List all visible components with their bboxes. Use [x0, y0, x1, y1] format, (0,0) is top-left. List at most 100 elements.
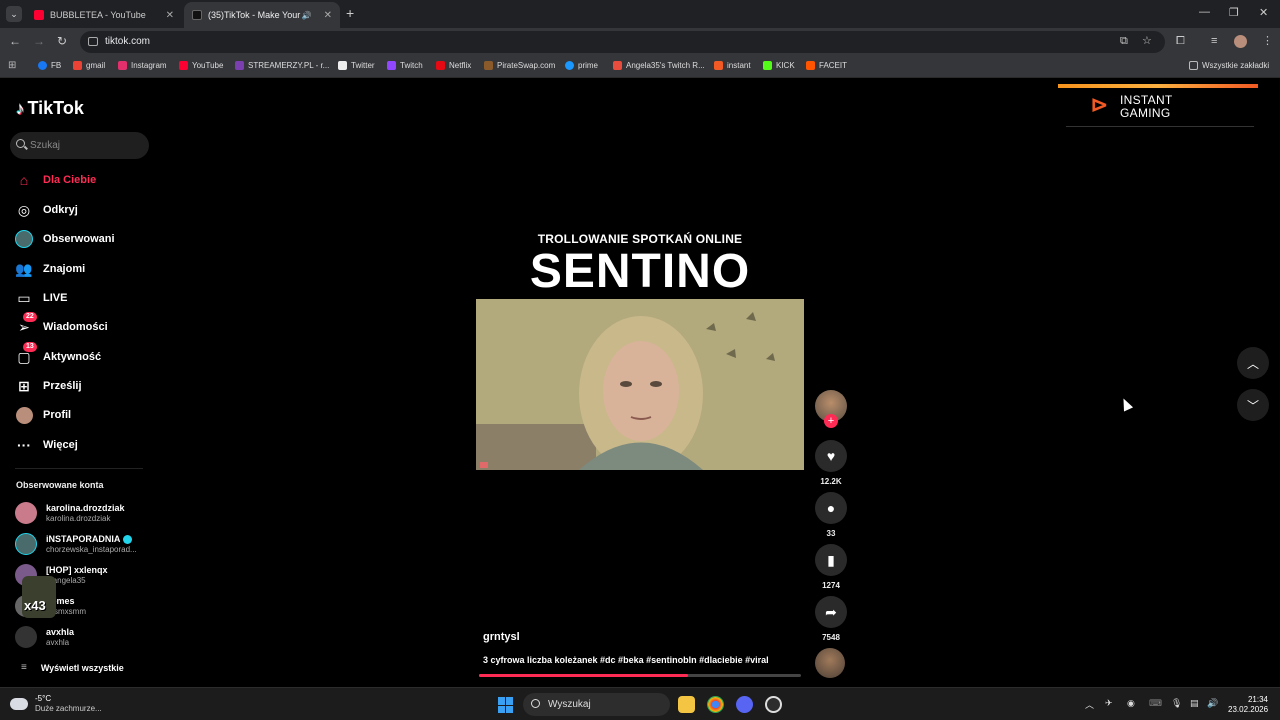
search-input[interactable]	[30, 137, 140, 153]
file-explorer-icon[interactable]	[678, 696, 695, 713]
restore-button[interactable]: ❐	[1229, 6, 1239, 19]
nav-label: Odkryj	[43, 204, 78, 216]
video-author[interactable]: grntysl	[483, 631, 520, 643]
menu-kebab-icon[interactable]: ⋮	[1262, 35, 1273, 47]
close-window-button[interactable]: ✕	[1259, 6, 1268, 19]
bookmark-prime[interactable]: prime	[565, 61, 598, 70]
bookmark-streamerzy[interactable]: STREAMERZY.PL - r...	[235, 61, 329, 70]
tab-search-button[interactable]: ⌄	[6, 6, 22, 22]
save-button[interactable]: ▮ 1274	[815, 544, 847, 590]
nav-activity[interactable]: ▢ 13 Aktywność	[15, 342, 101, 368]
account-name: iNSTAPORADNIA	[46, 533, 121, 544]
nav-profile[interactable]: Profil	[15, 404, 71, 426]
bookmark-twitch[interactable]: Twitch	[387, 61, 423, 70]
bookmark-faceit[interactable]: FACEIT	[806, 61, 847, 70]
bookmark-youtube[interactable]: YouTube	[179, 61, 223, 70]
media-controls-icon[interactable]: ≡	[1211, 35, 1217, 47]
nav-messages[interactable]: ➢ 22 Wiadomości	[15, 312, 108, 338]
instant-gaming-ad[interactable]: ⊳ INSTANT GAMING	[1058, 78, 1258, 130]
nav-following[interactable]: Obserwowani	[15, 228, 115, 250]
bookmark-label: KICK	[776, 61, 795, 70]
bookmark-label: PirateSwap.com	[497, 61, 556, 70]
weather-widget[interactable]: -5°C Duże zachmurze...	[10, 694, 102, 714]
comment-button[interactable]: ● 33	[815, 492, 847, 538]
windows-start-icon[interactable]	[498, 697, 514, 713]
tray-discord-icon[interactable]: ◉	[1127, 698, 1135, 709]
new-tab-button[interactable]: +	[346, 6, 354, 20]
search-box[interactable]	[10, 132, 149, 159]
nav-explore[interactable]: ◎ Odkryj	[15, 199, 78, 221]
tray-overflow-chevron-icon[interactable]: ︿	[1085, 698, 1094, 711]
install-app-icon[interactable]: ⧉	[1120, 35, 1128, 47]
nav-label: LIVE	[43, 292, 68, 304]
followed-account[interactable]: iNSTAPORADNIA chorzewska_instaporad...	[15, 533, 137, 555]
like-count: 12.2K	[820, 477, 842, 486]
all-bookmarks-folder[interactable]: Wszystkie zakładki	[1189, 61, 1269, 70]
bookmark-twitter[interactable]: Twitter	[338, 61, 375, 70]
clock-time: 21:34	[1247, 695, 1268, 704]
taskbar-search[interactable]: Wyszukaj	[523, 693, 670, 716]
previous-video-button[interactable]: ︿	[1237, 347, 1269, 379]
bookmark-star-icon[interactable]: ☆	[1142, 35, 1152, 47]
system-clock[interactable]: 21:34 23.02.2026	[1228, 695, 1268, 715]
friends-icon: 👥	[15, 260, 33, 277]
profile-avatar-icon[interactable]	[1234, 35, 1247, 48]
network-icon[interactable]: ▤	[1190, 698, 1199, 709]
account-handle: chorzewska_instaporad...	[46, 544, 137, 554]
video-description[interactable]: 3 cyfrowa liczba koleżanek #dc #beka #se…	[483, 655, 769, 665]
nav-more[interactable]: ··· Więcej	[15, 434, 78, 456]
bookmark-instagram[interactable]: Instagram	[118, 61, 167, 70]
compass-icon: ◎	[17, 201, 31, 218]
nav-for-you[interactable]: ⌂ Dla Ciebie	[15, 169, 96, 191]
bookmark-gmail[interactable]: gmail	[73, 61, 105, 70]
apps-grid-icon[interactable]: ⊞	[8, 60, 16, 71]
tab-youtube[interactable]: BUBBLETEA - YouTube ✕	[26, 2, 182, 28]
forward-button[interactable]: →	[33, 35, 45, 47]
speaker-icon[interactable]: 🔊	[302, 11, 312, 20]
close-tab-icon[interactable]: ✕	[324, 10, 332, 21]
back-button[interactable]: ←	[9, 35, 21, 47]
bookmark-pirateswap[interactable]: PirateSwap.com	[484, 61, 555, 70]
address-bar[interactable]: tiktok.com	[80, 31, 1165, 53]
extensions-icon[interactable]: ⧠	[1176, 35, 1185, 47]
bookmark-fb[interactable]: FB	[38, 61, 61, 70]
tab-tiktok[interactable]: (35)TikTok - Make Your Day 🔊 ✕	[184, 2, 340, 28]
nav-live[interactable]: ▭ LIVE	[15, 287, 67, 309]
video-frame	[476, 299, 804, 470]
minimize-button[interactable]: —	[1199, 6, 1210, 18]
volume-icon[interactable]: 🔊	[1207, 698, 1218, 709]
messages-icon: ➢ 22	[15, 312, 37, 336]
account-name: avxhla	[46, 626, 75, 637]
bookmark-netflix[interactable]: Netflix	[436, 61, 471, 70]
microphone-icon[interactable]: 🎙	[1171, 698, 1182, 709]
chrome-icon[interactable]	[707, 696, 724, 713]
site-info-icon[interactable]	[88, 37, 98, 46]
share-button[interactable]: ➦ 7548	[815, 596, 847, 642]
followed-account[interactable]: karolina.drozdziak karolina.drozdziak	[15, 502, 125, 524]
url-text[interactable]: tiktok.com	[105, 36, 150, 47]
followed-account[interactable]: avxhla avxhla	[15, 626, 74, 648]
steam-icon[interactable]	[765, 696, 782, 713]
tray-keyboard-icon[interactable]: ⌨	[1149, 698, 1162, 709]
bookmark-label: FACEIT	[819, 61, 848, 70]
bookmark-kick[interactable]: KICK	[763, 61, 795, 70]
bookmark-angela35[interactable]: Angela35's Twitch R...	[613, 61, 705, 70]
show-all-following[interactable]: ≡ Wyświetl wszystkie	[21, 662, 124, 673]
close-tab-icon[interactable]: ✕	[166, 10, 174, 21]
nav-friends[interactable]: 👥 Znajomi	[15, 258, 85, 280]
bookmark-instant[interactable]: instant	[714, 61, 751, 70]
facebook-icon	[38, 61, 47, 70]
follow-plus-icon[interactable]: +	[824, 414, 838, 428]
cloud-icon	[10, 698, 28, 710]
video-progress-bar[interactable]	[479, 674, 801, 677]
tiktok-logo[interactable]: ♪ TikTok	[16, 98, 84, 119]
reload-button[interactable]: ↻	[57, 35, 67, 47]
tray-app-icon[interactable]: ✈	[1105, 698, 1113, 709]
next-video-button[interactable]: ﹀	[1237, 389, 1269, 421]
discord-icon[interactable]	[736, 696, 753, 713]
youtube-icon	[179, 61, 188, 70]
search-icon	[16, 139, 25, 148]
nav-upload[interactable]: ⊞ Prześlij	[15, 375, 81, 397]
music-disc-avatar[interactable]	[815, 648, 845, 678]
like-button[interactable]: ♥ 12.2K	[815, 440, 847, 486]
